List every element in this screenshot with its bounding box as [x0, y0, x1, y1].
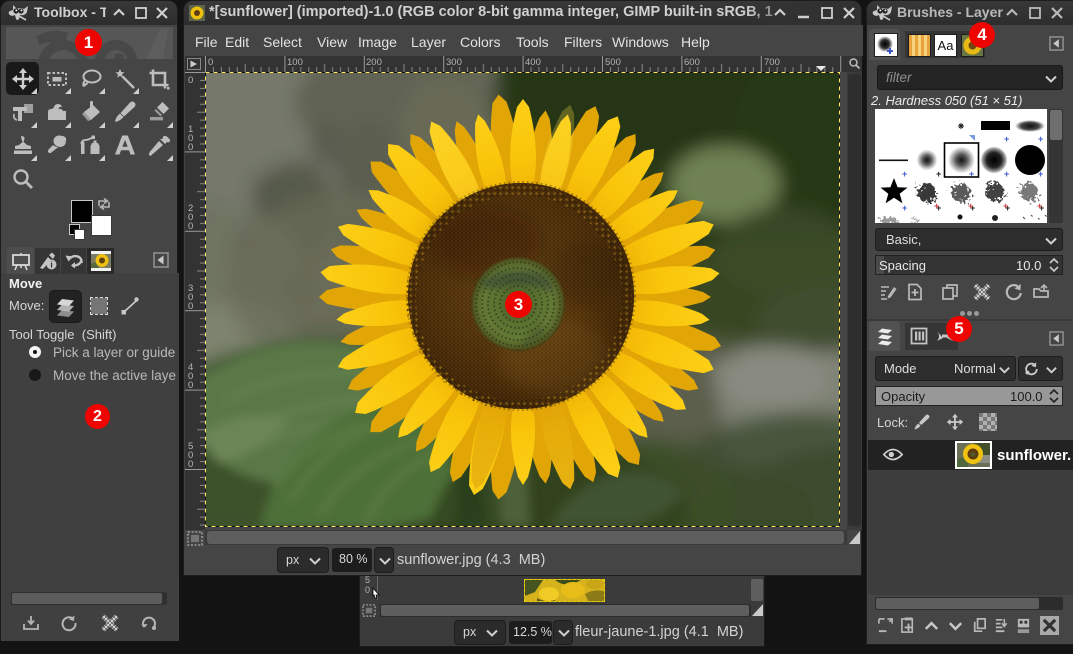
svg-text:+: +: [902, 169, 907, 179]
svg-text:600: 600: [684, 57, 700, 68]
svg-text:+: +: [1003, 201, 1008, 211]
svg-text:+: +: [936, 169, 941, 179]
svg-text:0: 0: [188, 459, 193, 470]
svg-text:400: 400: [525, 57, 541, 68]
svg-text:+: +: [1037, 201, 1042, 211]
svg-text:+: +: [1004, 134, 1009, 144]
svg-text:i: i: [50, 260, 52, 270]
svg-text:+: +: [1004, 169, 1009, 179]
svg-text:700: 700: [764, 57, 780, 68]
svg-text:0: 0: [188, 75, 193, 86]
svg-text:100: 100: [287, 57, 303, 68]
svg-text:0: 0: [188, 380, 193, 391]
svg-text:+: +: [969, 169, 974, 179]
svg-text:+: +: [902, 203, 907, 213]
svg-text:0: 0: [208, 57, 213, 68]
svg-text:200: 200: [366, 57, 382, 68]
svg-text:300: 300: [446, 57, 462, 68]
svg-text:+: +: [968, 201, 973, 211]
svg-text:0: 0: [188, 301, 193, 312]
svg-text:0: 0: [188, 142, 193, 153]
svg-text:+: +: [1038, 134, 1043, 144]
svg-text:0: 0: [188, 221, 193, 232]
svg-text:+: +: [934, 201, 939, 211]
svg-text:500: 500: [605, 57, 621, 68]
svg-text:+: +: [1038, 169, 1043, 179]
